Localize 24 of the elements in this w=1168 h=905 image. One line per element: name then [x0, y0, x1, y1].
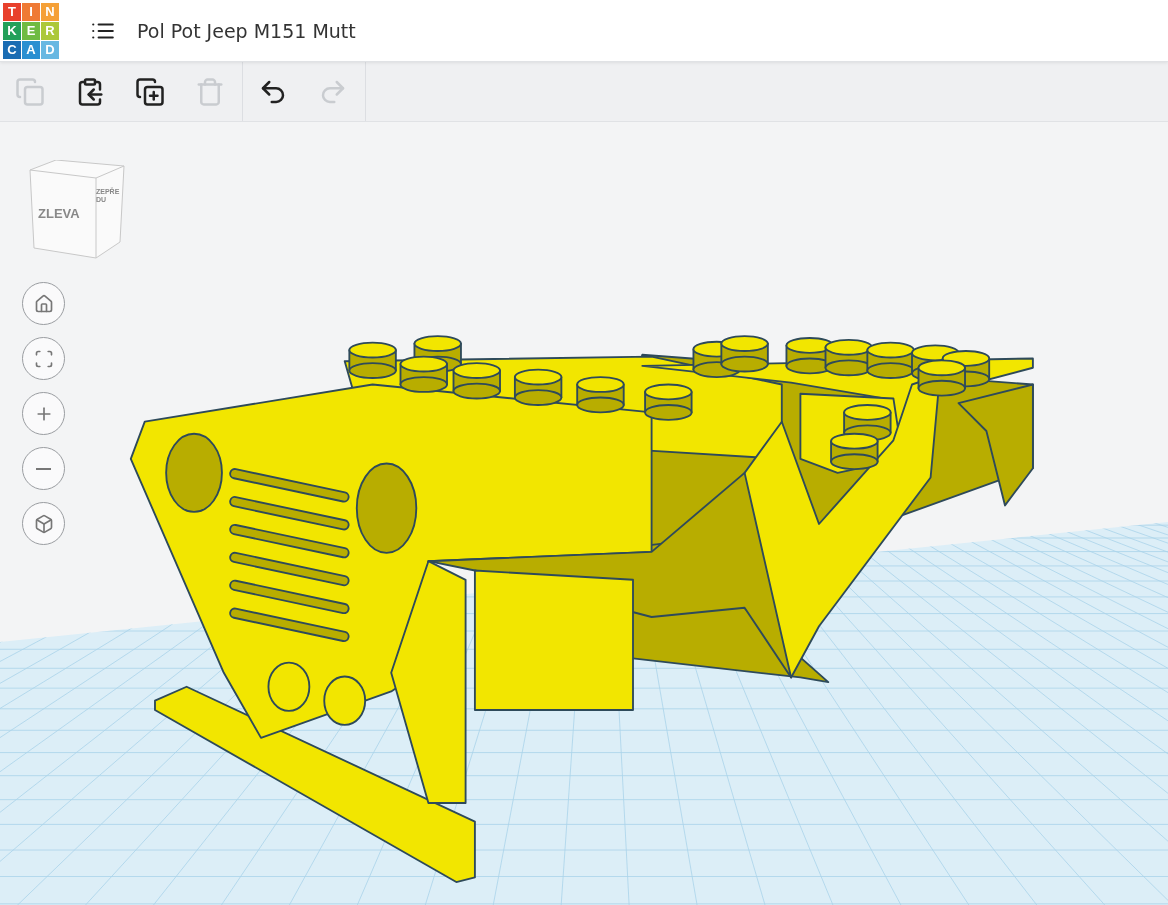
logo-letter: A	[22, 40, 40, 59]
delete-icon	[195, 76, 225, 107]
minus-icon	[36, 467, 51, 470]
home-view-button[interactable]	[22, 282, 65, 325]
cube-icon	[33, 513, 54, 534]
logo-letter: C	[3, 40, 21, 59]
logo-letter: R	[41, 21, 59, 40]
design-title: Pol Pot Jeep M151 Mutt	[137, 19, 356, 42]
copy-icon	[15, 76, 45, 107]
logo-letter: K	[3, 21, 21, 40]
logo-letter: D	[41, 40, 59, 59]
perspective-toggle-button[interactable]	[22, 502, 65, 545]
logo-letter: T	[3, 2, 21, 21]
duplicate-icon	[135, 76, 165, 107]
logo-letter: I	[22, 2, 40, 21]
home-icon	[33, 293, 54, 314]
fit-view-button[interactable]	[22, 337, 65, 380]
logo-letter: E	[22, 21, 40, 40]
corner-brackets-icon	[33, 348, 54, 369]
logo-letter: N	[41, 2, 59, 21]
cube-face-label: ZLEVA	[38, 206, 80, 221]
zoom-out-button[interactable]	[22, 447, 65, 490]
zoom-in-button[interactable]	[22, 392, 65, 435]
duplicate-button[interactable]	[134, 75, 166, 108]
